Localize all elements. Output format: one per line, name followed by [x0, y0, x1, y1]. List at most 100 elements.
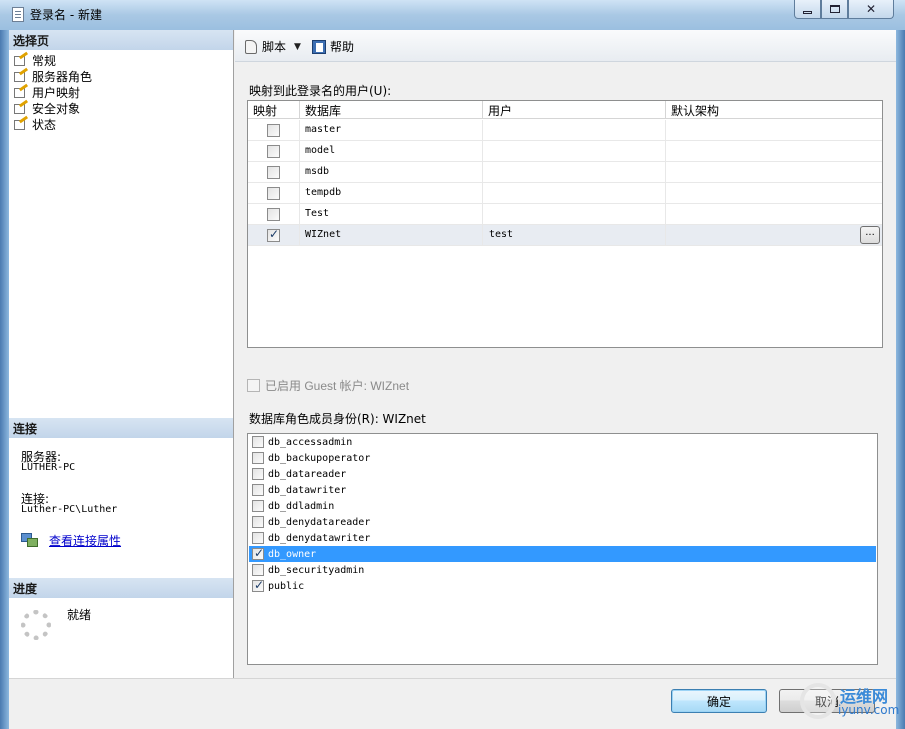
- list-item[interactable]: db_ddladmin: [249, 498, 876, 514]
- connection-properties-icon: [21, 533, 38, 548]
- page-item[interactable]: 服务器角色: [13, 67, 93, 84]
- database-cell: msdb: [305, 166, 330, 177]
- grid-header: 映射 数据库 用户 默认架构: [248, 101, 882, 119]
- ok-button[interactable]: 确定: [671, 689, 767, 713]
- browse-schema-button[interactable]: ...: [860, 226, 880, 244]
- list-item[interactable]: db_datawriter: [249, 482, 876, 498]
- window-title: 登录名 - 新建: [30, 8, 102, 22]
- title-bar: 登录名 - 新建 ✕: [0, 0, 905, 30]
- role-checkbox[interactable]: [252, 532, 264, 544]
- column-header-database[interactable]: 数据库: [305, 102, 341, 119]
- select-page-header: 选择页: [9, 30, 233, 50]
- map-checkbox[interactable]: [267, 166, 280, 179]
- list-item[interactable]: db_backupoperator: [249, 450, 876, 466]
- database-cell: WIZnet: [305, 229, 342, 240]
- table-row[interactable]: msdb: [248, 162, 882, 183]
- role-checkbox[interactable]: [252, 436, 264, 448]
- table-row[interactable]: Test: [248, 204, 882, 225]
- page-icon: [13, 51, 29, 67]
- column-header-default-schema[interactable]: 默认架构: [671, 102, 719, 119]
- map-checkbox[interactable]: [267, 227, 280, 242]
- page-icon: [13, 67, 29, 83]
- site-watermark: 运维网 iyunv.com: [800, 683, 899, 723]
- column-header-map[interactable]: 映射: [253, 102, 277, 119]
- user-mapping-grid[interactable]: 映射 数据库 用户 默认架构 master model msdb tempdb Test…: [247, 100, 883, 348]
- role-membership-label: 数据库角色成员身份(R): WIZnet: [249, 412, 426, 426]
- page-item-label: 服务器角色: [32, 69, 93, 84]
- map-checkbox[interactable]: [267, 145, 280, 158]
- connection-value: Luther-PC\Luther: [21, 504, 118, 515]
- role-name: db_ddladmin: [268, 500, 335, 512]
- list-item[interactable]: db_owner: [249, 546, 876, 562]
- dropdown-arrow-icon[interactable]: ▼: [294, 42, 301, 52]
- window-icon: [12, 7, 24, 22]
- role-checkbox[interactable]: [252, 564, 264, 576]
- progress-header: 进度: [9, 578, 233, 598]
- script-label: 脚本: [262, 40, 287, 54]
- user-mapping-label: 映射到此登录名的用户(U):: [249, 84, 392, 98]
- role-checkbox[interactable]: [252, 546, 264, 560]
- list-item[interactable]: public: [249, 578, 876, 594]
- dialog-client: 选择页 常规 服务器角色 用户映射 安全对象 状态 连接 服务器: LUTHER-PC …: [9, 30, 896, 729]
- window-frame-right: [896, 30, 905, 729]
- server-value: LUTHER-PC: [21, 462, 76, 473]
- view-connection-properties-link[interactable]: 查看连接属性: [49, 532, 121, 549]
- script-button[interactable]: 脚本 ▼: [243, 38, 301, 55]
- page-item-label: 状态: [32, 117, 57, 132]
- role-checkbox[interactable]: [252, 578, 264, 592]
- list-item[interactable]: db_securityadmin: [249, 562, 876, 578]
- guest-enabled-checkbox: [247, 379, 260, 392]
- progress-status: 就绪: [67, 608, 92, 622]
- role-name: db_securityadmin: [268, 564, 365, 576]
- help-icon: [311, 39, 327, 55]
- close-button[interactable]: ✕: [848, 0, 894, 19]
- map-checkbox[interactable]: [267, 124, 280, 137]
- role-name: db_datawriter: [268, 484, 347, 496]
- page-icon: [13, 83, 29, 99]
- page-list: 常规 服务器角色 用户映射 安全对象 状态: [13, 51, 93, 132]
- script-icon: [243, 39, 259, 55]
- role-checkbox[interactable]: [252, 500, 264, 512]
- database-cell: tempdb: [305, 187, 342, 198]
- role-checkbox[interactable]: [252, 468, 264, 480]
- list-item[interactable]: db_accessadmin: [249, 434, 876, 450]
- table-row[interactable]: model: [248, 141, 882, 162]
- list-item[interactable]: db_denydatawriter: [249, 530, 876, 546]
- page-item-label: 安全对象: [32, 101, 81, 116]
- toolbar: 脚本 ▼ 帮助: [235, 30, 896, 62]
- connection-header: 连接: [9, 418, 233, 438]
- watermark-logo-icon: [800, 683, 836, 719]
- role-name: db_backupoperator: [268, 452, 371, 464]
- list-item[interactable]: db_datareader: [249, 466, 876, 482]
- role-checkbox[interactable]: [252, 452, 264, 464]
- role-name: public: [268, 580, 305, 592]
- map-checkbox[interactable]: [267, 187, 280, 200]
- table-row[interactable]: master: [248, 120, 882, 141]
- role-checkbox[interactable]: [252, 516, 264, 528]
- close-icon: ✕: [865, 2, 877, 16]
- window-frame-left: [0, 30, 9, 729]
- page-item-label: 用户映射: [32, 85, 81, 100]
- role-name: db_denydatawriter: [268, 532, 371, 544]
- column-header-user[interactable]: 用户: [488, 102, 512, 119]
- page-item[interactable]: 状态: [13, 115, 92, 132]
- page-icon: [13, 115, 29, 131]
- user-cell[interactable]: test: [489, 229, 513, 240]
- minimize-button[interactable]: [794, 0, 821, 19]
- page-item[interactable]: 安全对象: [13, 99, 92, 116]
- table-row[interactable]: WIZnet test...: [248, 225, 882, 246]
- list-item[interactable]: db_denydatareader: [249, 514, 876, 530]
- maximize-icon: [829, 5, 840, 13]
- role-checkbox[interactable]: [252, 484, 264, 496]
- help-button[interactable]: 帮助: [311, 38, 354, 55]
- left-pane: 选择页 常规 服务器角色 用户映射 安全对象 状态 连接 服务器: LUTHER-PC …: [9, 30, 234, 678]
- maximize-button[interactable]: [821, 0, 848, 19]
- page-item[interactable]: 常规: [13, 51, 92, 68]
- role-membership-list[interactable]: db_accessadmin db_backupoperator db_datare…: [247, 433, 878, 665]
- database-cell: model: [305, 145, 336, 156]
- page-item[interactable]: 用户映射: [13, 83, 92, 100]
- dialog-footer: 确定 取消: [9, 678, 896, 729]
- role-name: db_datareader: [268, 468, 347, 480]
- table-row[interactable]: tempdb: [248, 183, 882, 204]
- map-checkbox[interactable]: [267, 208, 280, 221]
